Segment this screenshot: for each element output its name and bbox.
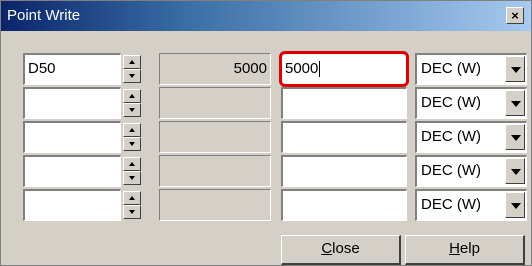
row-2: DEC (W) <box>1 87 531 119</box>
format-label: DEC (W) <box>421 60 481 77</box>
device-field[interactable] <box>23 189 121 221</box>
spin-up-icon[interactable] <box>123 123 141 137</box>
window-title: Point Write <box>7 7 81 24</box>
help-label-rest: elp <box>459 240 480 257</box>
spin-down-icon[interactable] <box>123 69 141 83</box>
spin-up-icon[interactable] <box>123 55 141 69</box>
title-bar[interactable]: Point Write × <box>1 1 531 31</box>
format-label: DEC (W) <box>421 94 481 111</box>
dropdown-arrow-icon[interactable] <box>505 90 525 116</box>
close-label-rest: lose <box>332 240 360 257</box>
spin-down-icon[interactable] <box>123 205 141 219</box>
dropdown-arrow-icon[interactable] <box>505 124 525 150</box>
format-select[interactable]: DEC (W) <box>415 87 527 119</box>
device-spinner[interactable] <box>123 55 141 83</box>
device-spinner[interactable] <box>123 157 141 185</box>
spin-up-icon[interactable] <box>123 89 141 103</box>
help-button[interactable]: Help <box>405 235 525 265</box>
device-field[interactable]: D50 <box>23 53 121 85</box>
device-field[interactable] <box>23 87 121 119</box>
current-value-display: 5000 <box>159 53 271 85</box>
point-write-window: Point Write × D50 5000 5000 DEC (W) DEC … <box>0 0 532 266</box>
text-caret <box>319 61 321 78</box>
format-label: DEC (W) <box>421 162 481 179</box>
dropdown-arrow-icon[interactable] <box>505 192 525 218</box>
row-1: D50 5000 5000 DEC (W) <box>1 51 531 87</box>
new-value-field[interactable] <box>281 189 407 221</box>
new-value-field[interactable] <box>281 121 407 153</box>
spin-up-icon[interactable] <box>123 157 141 171</box>
dropdown-arrow-icon[interactable] <box>505 158 525 184</box>
current-value-display <box>159 121 271 153</box>
device-spinner[interactable] <box>123 123 141 151</box>
format-select[interactable]: DEC (W) <box>415 121 527 153</box>
format-label: DEC (W) <box>421 196 481 213</box>
new-value-field[interactable] <box>281 87 407 119</box>
help-mnemonic: H <box>449 240 460 257</box>
close-mnemonic: C <box>321 240 333 257</box>
current-value-display <box>159 87 271 119</box>
spin-down-icon[interactable] <box>123 171 141 185</box>
current-value-display <box>159 155 271 187</box>
row-3: DEC (W) <box>1 121 531 153</box>
device-field[interactable] <box>23 155 121 187</box>
close-button[interactable]: Close <box>281 235 401 265</box>
spin-down-icon[interactable] <box>123 137 141 151</box>
spin-down-icon[interactable] <box>123 103 141 117</box>
close-icon[interactable]: × <box>506 7 524 24</box>
device-field[interactable] <box>23 121 121 153</box>
device-spinner[interactable] <box>123 89 141 117</box>
format-select[interactable]: DEC (W) <box>415 189 527 221</box>
row-4: DEC (W) <box>1 155 531 187</box>
row-5: DEC (W) <box>1 189 531 221</box>
device-spinner[interactable] <box>123 191 141 219</box>
dropdown-arrow-icon[interactable] <box>505 56 525 82</box>
spin-up-icon[interactable] <box>123 191 141 205</box>
new-value-field[interactable]: 5000 <box>279 51 409 87</box>
new-value-text: 5000 <box>285 60 319 77</box>
current-value-display <box>159 189 271 221</box>
format-select[interactable]: DEC (W) <box>415 53 527 85</box>
new-value-field[interactable] <box>281 155 407 187</box>
format-select[interactable]: DEC (W) <box>415 155 527 187</box>
format-label: DEC (W) <box>421 128 481 145</box>
